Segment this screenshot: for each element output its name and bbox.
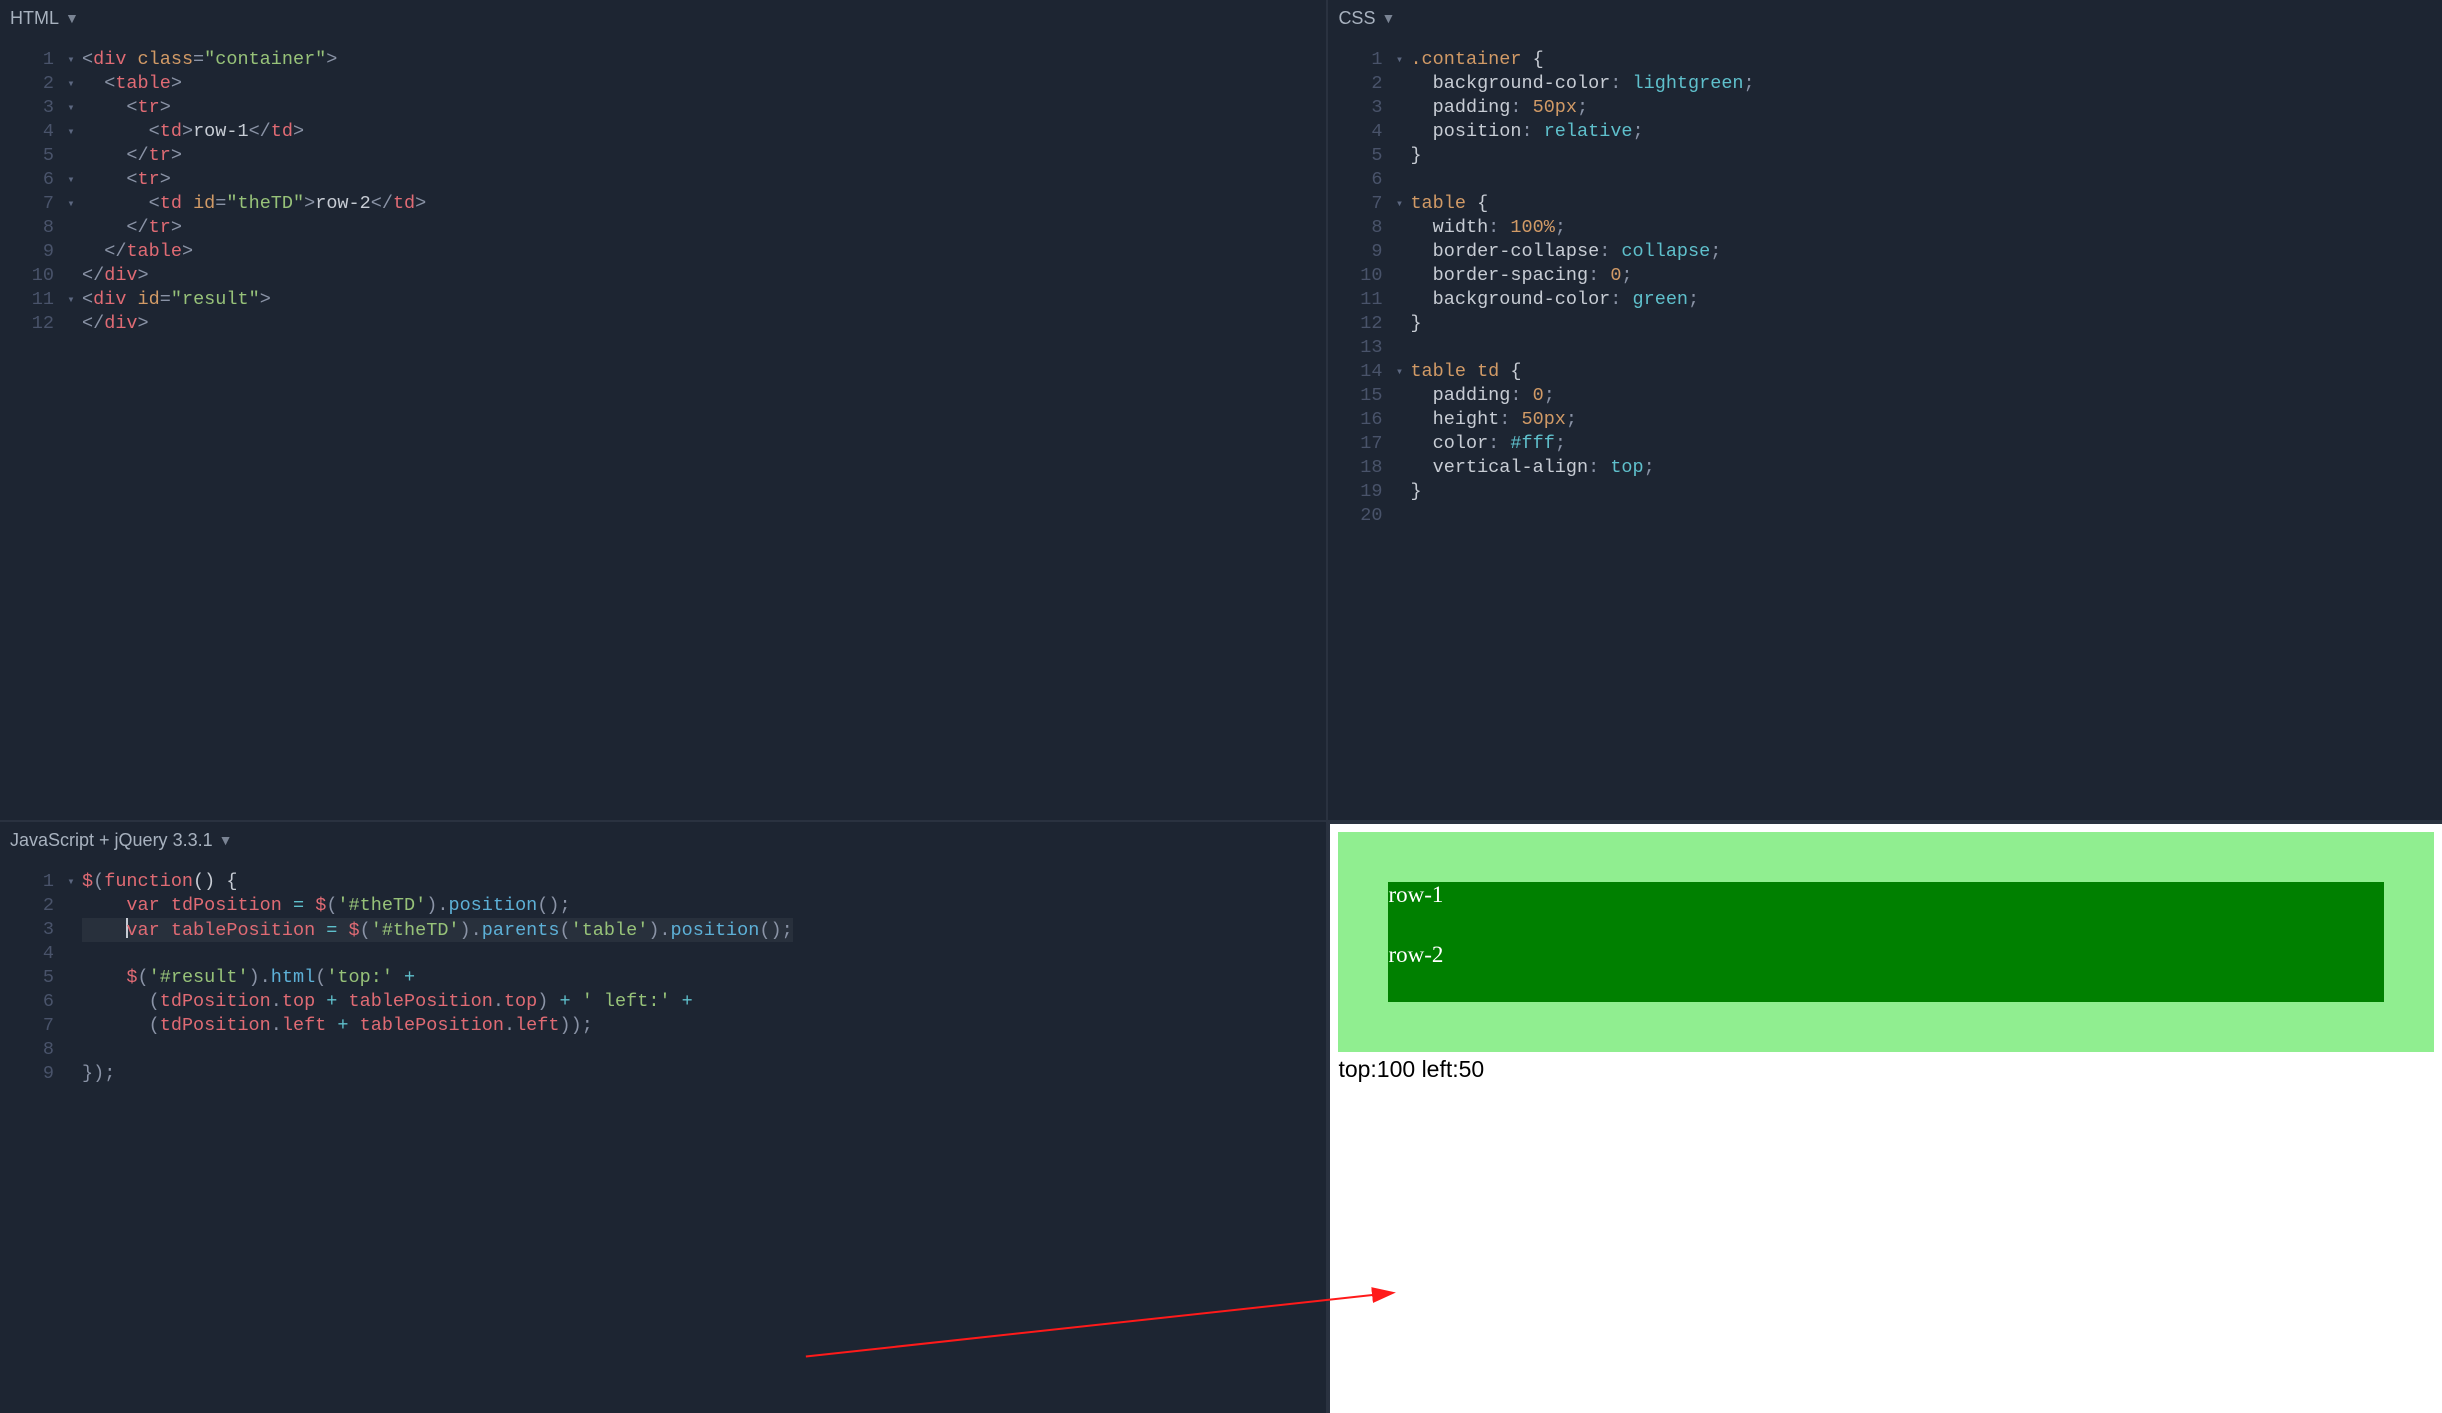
html-editor-pane: HTML ▼ 123456789101112 ▾▾▾▾▾▾▾ <div clas…	[0, 0, 1328, 822]
js-code-editor[interactable]: 123456789 ▾ $(function() { var tdPositio…	[0, 858, 1326, 1098]
chevron-down-icon: ▼	[1381, 10, 1395, 26]
output-cell-row2: row-2	[1388, 942, 2384, 1002]
table-row: row-1	[1388, 882, 2384, 942]
css-gutter: 1234567891011121314151617181920	[1328, 48, 1388, 528]
js-editor-pane: JavaScript + jQuery 3.3.1 ▼ 123456789 ▾ …	[0, 822, 1328, 1413]
css-editor-pane: CSS ▼ 1234567891011121314151617181920 ▾▾…	[1328, 0, 2442, 822]
html-gutter: 123456789101112	[0, 48, 60, 336]
js-pane-title: JavaScript + jQuery 3.3.1	[10, 830, 213, 851]
html-code-lines[interactable]: <div class="container"> <table> <tr> <td…	[82, 48, 426, 336]
html-code-editor[interactable]: 123456789101112 ▾▾▾▾▾▾▾ <div class="cont…	[0, 36, 1326, 348]
chevron-down-icon: ▼	[219, 832, 233, 848]
css-code-lines[interactable]: .container { background-color: lightgree…	[1410, 48, 1754, 528]
js-fold-column: ▾	[60, 870, 82, 1086]
html-pane-header[interactable]: HTML ▼	[0, 0, 1326, 36]
output-result-text: top:100 left:50	[1338, 1056, 2434, 1083]
js-gutter: 123456789	[0, 870, 60, 1086]
css-pane-header[interactable]: CSS ▼	[1328, 0, 2442, 36]
output-cell-row1: row-1	[1388, 882, 2384, 942]
html-pane-title: HTML	[10, 8, 59, 29]
output-pane: row-1 row-2 top:100 left:50	[1328, 822, 2442, 1413]
chevron-down-icon: ▼	[65, 10, 79, 26]
js-pane-header[interactable]: JavaScript + jQuery 3.3.1 ▼	[0, 822, 1326, 858]
css-code-editor[interactable]: 1234567891011121314151617181920 ▾▾▾ .con…	[1328, 36, 2442, 540]
html-fold-column: ▾▾▾▾▾▾▾	[60, 48, 82, 336]
css-pane-title: CSS	[1338, 8, 1375, 29]
output-table: row-1 row-2	[1388, 882, 2384, 1002]
table-row: row-2	[1388, 942, 2384, 1002]
js-code-lines[interactable]: $(function() { var tdPosition = $('#theT…	[82, 870, 793, 1086]
css-fold-column: ▾▾▾	[1388, 48, 1410, 528]
output-body: row-1 row-2 top:100 left:50	[1330, 824, 2442, 1091]
output-container: row-1 row-2	[1338, 832, 2434, 1052]
